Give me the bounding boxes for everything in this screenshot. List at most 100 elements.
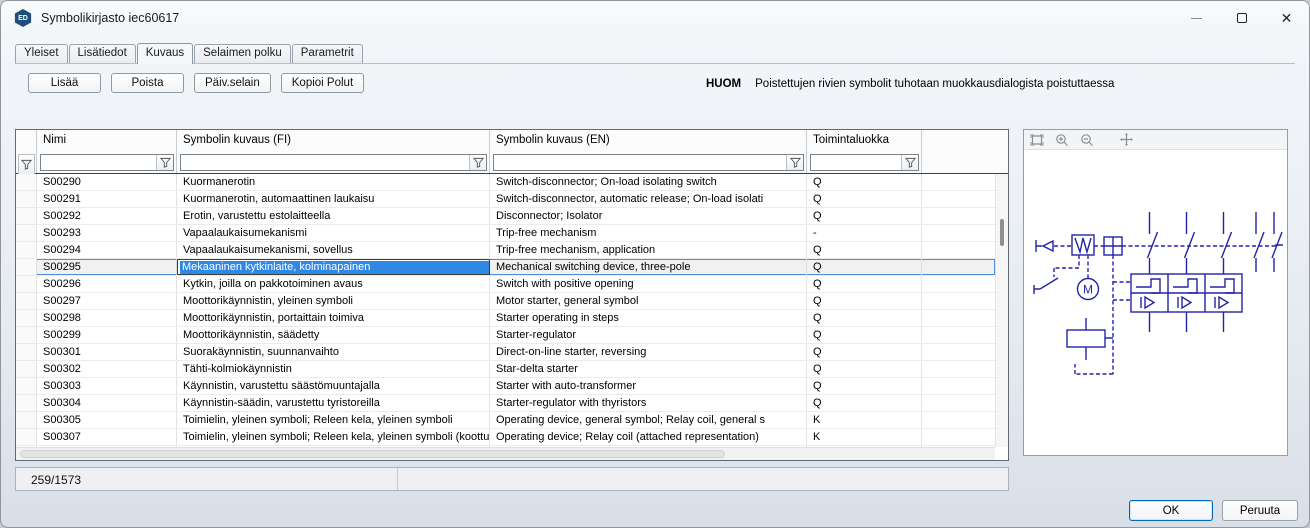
funnel-icon[interactable]: [18, 154, 35, 175]
cell-class[interactable]: Q: [807, 191, 922, 207]
ok-button[interactable]: OK: [1129, 500, 1213, 521]
tab-selaimen-polku[interactable]: Selaimen polku: [194, 44, 291, 63]
row-selector[interactable]: [16, 208, 37, 224]
table-row[interactable]: S00293VapaalaukaisumekanismiTrip-free me…: [16, 225, 995, 242]
row-selector[interactable]: [16, 259, 37, 275]
table-row[interactable]: S00302Tähti-kolmiokäynnistinStar-delta s…: [16, 361, 995, 378]
filter-input[interactable]: [180, 154, 487, 171]
row-selector[interactable]: [16, 225, 37, 241]
row-selector[interactable]: [16, 361, 37, 377]
vertical-scrollbar[interactable]: [995, 174, 1008, 447]
cell-name[interactable]: S00302: [37, 361, 177, 377]
table-row[interactable]: S00294Vapaalaukaisumekanismi, sovellusTr…: [16, 242, 995, 259]
row-selector[interactable]: [16, 242, 37, 258]
cell-name[interactable]: S00301: [37, 344, 177, 360]
cell-en[interactable]: Trip-free mechanism, application: [490, 242, 807, 258]
poista-button[interactable]: Poista: [111, 73, 184, 93]
cell-name[interactable]: S00297: [37, 293, 177, 309]
row-selector[interactable]: [16, 395, 37, 411]
cell-en[interactable]: Switch with positive opening: [490, 276, 807, 292]
table-row[interactable]: S00307Toimielin, yleinen symboli; Releen…: [16, 429, 995, 446]
table-row[interactable]: S00292Erotin, varustettu estolaitteellaD…: [16, 208, 995, 225]
cell-en[interactable]: Star-delta starter: [490, 361, 807, 377]
cell-name[interactable]: S00295: [37, 259, 177, 275]
cell-name[interactable]: S00290: [37, 174, 177, 190]
cell-name[interactable]: S00305: [37, 412, 177, 428]
row-selector[interactable]: [16, 191, 37, 207]
cell-en[interactable]: Trip-free mechanism: [490, 225, 807, 241]
cell-class[interactable]: Q: [807, 242, 922, 258]
lisää-button[interactable]: Lisää: [28, 73, 101, 93]
table-row[interactable]: S00290KuormanerotinSwitch-disconnector; …: [16, 174, 995, 191]
close-button[interactable]: ✕: [1264, 1, 1309, 35]
cell-fi[interactable]: Suorakäynnistin, suunnanvaihto: [177, 344, 490, 360]
cell-class[interactable]: Q: [807, 174, 922, 190]
cell-name[interactable]: S00303: [37, 378, 177, 394]
horizontal-scrollbar[interactable]: [16, 447, 995, 460]
cell-class[interactable]: Q: [807, 310, 922, 326]
table-row[interactable]: S00301Suorakäynnistin, suunnanvaihtoDire…: [16, 344, 995, 361]
row-selector[interactable]: [16, 327, 37, 343]
vertical-scrollbar-thumb[interactable]: [1000, 219, 1004, 246]
table-row[interactable]: S00291Kuormanerotin, automaattinen lauka…: [16, 191, 995, 208]
cell-en[interactable]: Switch-disconnector; On-load isolating s…: [490, 174, 807, 190]
cell-en[interactable]: Operating device, general symbol; Relay …: [490, 412, 807, 428]
table-row[interactable]: S00299Moottorikäynnistin, säädettyStarte…: [16, 327, 995, 344]
row-selector[interactable]: [16, 174, 37, 190]
cell-class[interactable]: Q: [807, 361, 922, 377]
cell-fi[interactable]: Toimielin, yleinen symboli; Releen kela,…: [177, 429, 490, 445]
table-row[interactable]: S00304Käynnistin-säädin, varustettu tyri…: [16, 395, 995, 412]
cell-name[interactable]: S00293: [37, 225, 177, 241]
filter-input[interactable]: [40, 154, 174, 171]
cell-fi[interactable]: Tähti-kolmiokäynnistin: [177, 361, 490, 377]
cell-en[interactable]: Starter-regulator: [490, 327, 807, 343]
table-row[interactable]: S00305Toimielin, yleinen symboli; Releen…: [16, 412, 995, 429]
row-selector[interactable]: [16, 378, 37, 394]
cell-class[interactable]: K: [807, 412, 922, 428]
cell-fi[interactable]: Moottorikäynnistin, portaittain toimiva: [177, 310, 490, 326]
zoom-in-icon[interactable]: [1054, 132, 1070, 148]
cell-fi[interactable]: Kuormanerotin, automaattinen laukaisu: [177, 191, 490, 207]
cell-fi[interactable]: Moottorikäynnistin, yleinen symboli: [177, 293, 490, 309]
cell-name[interactable]: S00291: [37, 191, 177, 207]
table-row[interactable]: S00296Kytkin, joilla on pakkotoiminen av…: [16, 276, 995, 293]
funnel-icon[interactable]: [786, 155, 803, 170]
cell-fi[interactable]: Kytkin, joilla on pakkotoiminen avaus: [177, 276, 490, 292]
cell-name[interactable]: S00304: [37, 395, 177, 411]
cell-en[interactable]: Switch-disconnector, automatic release; …: [490, 191, 807, 207]
cell-class[interactable]: Q: [807, 327, 922, 343]
cell-name[interactable]: S00296: [37, 276, 177, 292]
cell-class[interactable]: Q: [807, 344, 922, 360]
zoom-window-icon[interactable]: [1029, 132, 1045, 148]
cell-fi[interactable]: Kuormanerotin: [177, 174, 490, 190]
cell-en[interactable]: Disconnector; Isolator: [490, 208, 807, 224]
row-selector[interactable]: [16, 276, 37, 292]
cell-fi-edit[interactable]: Mekaaninen kytkinlaite, kolminapainen: [177, 259, 490, 275]
row-selector[interactable]: [16, 293, 37, 309]
tab-lisätiedot[interactable]: Lisätiedot: [69, 44, 136, 63]
funnel-icon[interactable]: [156, 155, 173, 170]
row-selector[interactable]: [16, 412, 37, 428]
cell-class[interactable]: -: [807, 225, 922, 241]
tab-parametrit[interactable]: Parametrit: [292, 44, 363, 63]
cell-class[interactable]: Q: [807, 395, 922, 411]
cell-class[interactable]: K: [807, 429, 922, 445]
cell-class[interactable]: Q: [807, 276, 922, 292]
cell-class[interactable]: Q: [807, 293, 922, 309]
cell-en[interactable]: Mechanical switching device, three-pole: [490, 259, 807, 275]
cell-fi[interactable]: Käynnistin-säädin, varustettu tyristorei…: [177, 395, 490, 411]
cell-fi[interactable]: Vapaalaukaisumekanismi, sovellus: [177, 242, 490, 258]
päiv-selain-button[interactable]: Päiv.selain: [194, 73, 271, 93]
tab-yleiset[interactable]: Yleiset: [15, 44, 68, 63]
horizontal-scrollbar-thumb[interactable]: [20, 450, 725, 458]
table-row[interactable]: S00295Mekaaninen kytkinlaite, kolminapai…: [16, 259, 995, 276]
tab-kuvaus[interactable]: Kuvaus: [137, 43, 193, 64]
cell-name[interactable]: S00307: [37, 429, 177, 445]
kopioi-polut-button[interactable]: Kopioi Polut: [281, 73, 364, 93]
row-selector[interactable]: [16, 344, 37, 360]
row-selector[interactable]: [16, 429, 37, 445]
cell-name[interactable]: S00294: [37, 242, 177, 258]
cell-class[interactable]: Q: [807, 378, 922, 394]
row-selector[interactable]: [16, 310, 37, 326]
cell-fi[interactable]: Vapaalaukaisumekanismi: [177, 225, 490, 241]
